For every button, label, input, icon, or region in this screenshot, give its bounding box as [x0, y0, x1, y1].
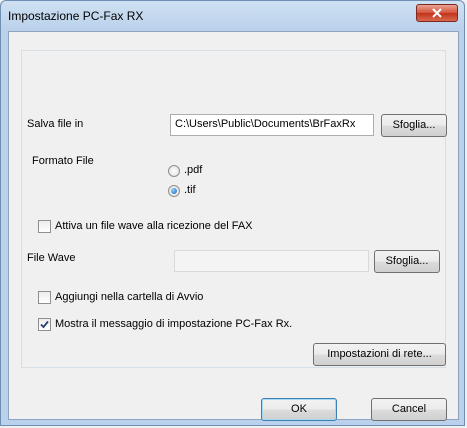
- save-browse-button[interactable]: Sfoglia...: [381, 114, 447, 137]
- dialog-window: Impostazione PC-Fax RX Salva file in C:\…: [0, 0, 465, 426]
- startup-label[interactable]: Aggiungi nella cartella di Avvio: [55, 291, 203, 303]
- radio-pdf-label[interactable]: .pdf: [184, 164, 202, 176]
- file-format-label: Formato File: [32, 155, 94, 167]
- wave-browse-button[interactable]: Sfoglia...: [374, 250, 440, 273]
- show-message-checkbox[interactable]: [38, 318, 51, 331]
- wave-file-field[interactable]: [174, 250, 369, 272]
- ok-button[interactable]: OK: [261, 398, 337, 421]
- wave-enable-label[interactable]: Attiva un file wave alla ricezione del F…: [55, 220, 253, 232]
- settings-group-box: Salva file in C:\Users\Public\Documents\…: [21, 50, 447, 368]
- save-path-field[interactable]: C:\Users\Public\Documents\BrFaxRx: [170, 114, 374, 136]
- checkmark-icon: [40, 320, 49, 329]
- network-settings-button[interactable]: Impostazioni di rete...: [313, 343, 446, 366]
- startup-checkbox[interactable]: [38, 291, 51, 304]
- close-icon: [432, 8, 442, 18]
- wave-file-label: File Wave: [27, 252, 76, 264]
- radio-tif-label[interactable]: .tif: [184, 184, 196, 196]
- radio-tif[interactable]: [168, 185, 180, 197]
- window-title: Impostazione PC-Fax RX: [8, 9, 144, 23]
- dialog-client-area: Salva file in C:\Users\Public\Documents\…: [8, 31, 459, 421]
- close-button[interactable]: [416, 4, 458, 22]
- save-to-label: Salva file in: [27, 118, 84, 130]
- wave-enable-checkbox[interactable]: [38, 220, 51, 233]
- cancel-button[interactable]: Cancel: [371, 398, 447, 421]
- title-bar[interactable]: Impostazione PC-Fax RX: [1, 1, 466, 31]
- show-message-label[interactable]: Mostra il messaggio di impostazione PC-F…: [55, 318, 292, 330]
- radio-pdf[interactable]: [168, 165, 180, 177]
